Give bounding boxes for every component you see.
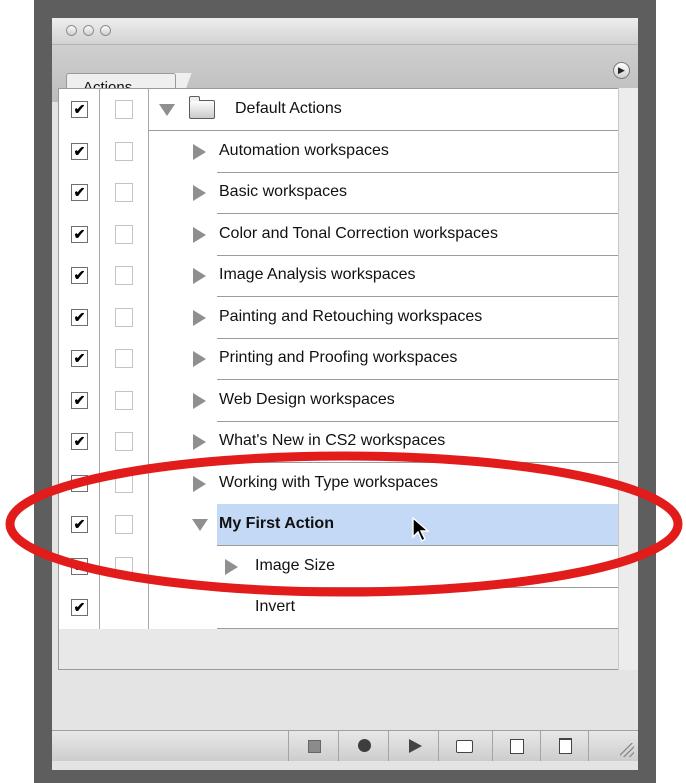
annotation-ring — [5, 451, 683, 597]
highlight-ellipse — [5, 451, 683, 597]
